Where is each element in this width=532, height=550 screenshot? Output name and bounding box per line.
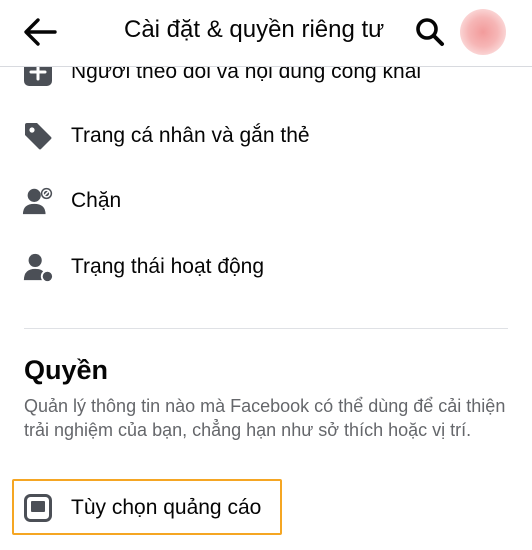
person-block-icon: [22, 185, 54, 217]
top-app-bar: Cài đặt & quyền riêng tư: [0, 0, 532, 67]
list-item-label: Trạng thái hoạt động: [71, 255, 265, 278]
back-button[interactable]: [20, 12, 60, 52]
search-button[interactable]: [410, 12, 450, 52]
tag-icon: [22, 120, 54, 152]
list-item-profile-tagging[interactable]: Trang cá nhân và gắn thẻ: [0, 114, 532, 158]
search-icon: [416, 18, 444, 46]
arrow-left-icon: [24, 18, 57, 46]
page-title: Cài đặt & quyền riêng tư: [124, 16, 385, 43]
highlight-box: [12, 479, 282, 535]
list-item-label: Chặn: [71, 189, 122, 212]
section-description: Quản lý thông tin nào mà Facebook có thể…: [24, 396, 506, 440]
list-item-active-status[interactable]: Trạng thái hoạt động: [0, 245, 532, 289]
list-item-label: Trang cá nhân và gắn thẻ: [71, 124, 310, 147]
person-status-icon: [22, 251, 54, 283]
list-item-block[interactable]: Chặn: [0, 179, 532, 223]
profile-avatar[interactable]: [460, 9, 506, 55]
section-title-permissions: Quyền: [24, 355, 109, 385]
section-divider: [24, 328, 508, 329]
